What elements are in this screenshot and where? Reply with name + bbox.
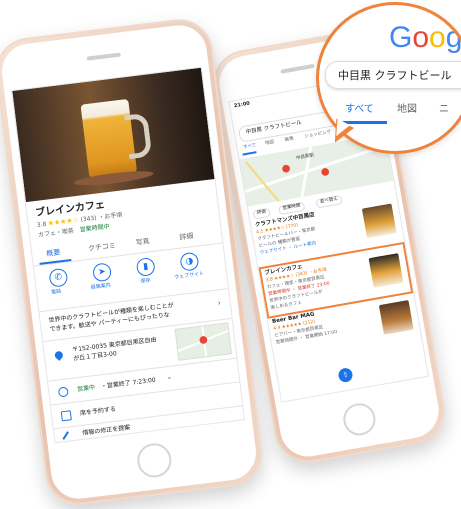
rating-row: 3.8 ★★★★☆ (343) ・お手頃	[36, 212, 122, 231]
category: カフェ・喫茶	[37, 227, 75, 239]
result-photo	[361, 203, 397, 239]
chevron-down-icon[interactable]: ⌄	[166, 373, 173, 382]
review-count[interactable]: (343)	[80, 215, 97, 224]
tab-all[interactable]: すべて	[243, 143, 257, 151]
map-pin-icon[interactable]: ●	[320, 166, 331, 178]
logo-letter: g	[445, 21, 461, 54]
bookmark-icon[interactable]: ▮	[135, 256, 156, 278]
tab-photos[interactable]: 写真	[135, 237, 150, 247]
result-photo	[378, 300, 414, 335]
tab-details[interactable]: 詳細	[179, 232, 194, 242]
action-label: 電話	[50, 288, 62, 296]
map-label: 中目黒駅	[295, 153, 315, 162]
pencil-icon	[62, 431, 69, 440]
filter-hours[interactable]: 営業時間	[278, 201, 306, 215]
price-level: ・お手頃	[97, 211, 123, 222]
action-label: 保存	[140, 277, 151, 285]
action-label: 経路案内	[90, 282, 112, 291]
hero-photo	[12, 67, 215, 203]
tab-overview[interactable]: 概要	[46, 248, 61, 258]
zoom-tab-all[interactable]: すべて	[345, 105, 374, 115]
zoom-search-query: 中目黒 クラフトビール	[338, 69, 452, 82]
open-status: 営業時間中	[79, 223, 110, 234]
star-rating-icon: ★★★★☆	[47, 215, 80, 228]
google-logo: Goog	[389, 21, 461, 55]
filter-sort[interactable]: 並べ替え	[315, 195, 343, 208]
location-pin-icon	[53, 349, 65, 361]
chevron-right-icon[interactable]: ›	[217, 298, 221, 307]
calendar-icon	[60, 410, 72, 422]
logo-letter: o	[412, 21, 430, 54]
action-label: ウェブサイト	[173, 270, 205, 281]
clock-icon	[57, 386, 69, 398]
directions-icon[interactable]: ➤	[92, 262, 113, 283]
search-query: 中目黒 クラフトビール	[245, 119, 303, 136]
zoom-search-box[interactable]: 中目黒 クラフトビール	[325, 61, 461, 89]
phone-icon[interactable]: ✆	[48, 267, 69, 288]
result-photo	[368, 253, 404, 288]
map-pin-icon: ●	[198, 334, 209, 347]
rating-value: 3.8	[36, 220, 47, 229]
mini-map[interactable]: ●	[174, 322, 232, 361]
logo-letter: o	[429, 21, 446, 54]
zoom-tab-maps[interactable]: 地図	[397, 105, 417, 115]
tab-reviews[interactable]: クチコミ	[88, 242, 117, 253]
logo-letter: G	[389, 21, 413, 54]
hours-status[interactable]: 営業中	[77, 384, 96, 393]
tab-maps[interactable]: 地図	[265, 140, 275, 147]
status-time: 21:00	[233, 100, 251, 110]
globe-icon[interactable]: ◑	[179, 251, 200, 272]
filter-rating[interactable]: 評価	[252, 207, 271, 220]
hours-text[interactable]: ・営業終了 7:23:00	[101, 377, 156, 391]
map-fab-button[interactable]: ⇧	[337, 366, 354, 384]
address[interactable]: が丘１丁目3-00	[73, 350, 117, 362]
reserve-link[interactable]: 席を予約する	[80, 406, 117, 417]
tab-images[interactable]: 画像	[284, 137, 295, 144]
zoom-tab-news[interactable]: ニ	[439, 105, 449, 115]
map-pin-icon[interactable]: ●	[281, 163, 292, 175]
